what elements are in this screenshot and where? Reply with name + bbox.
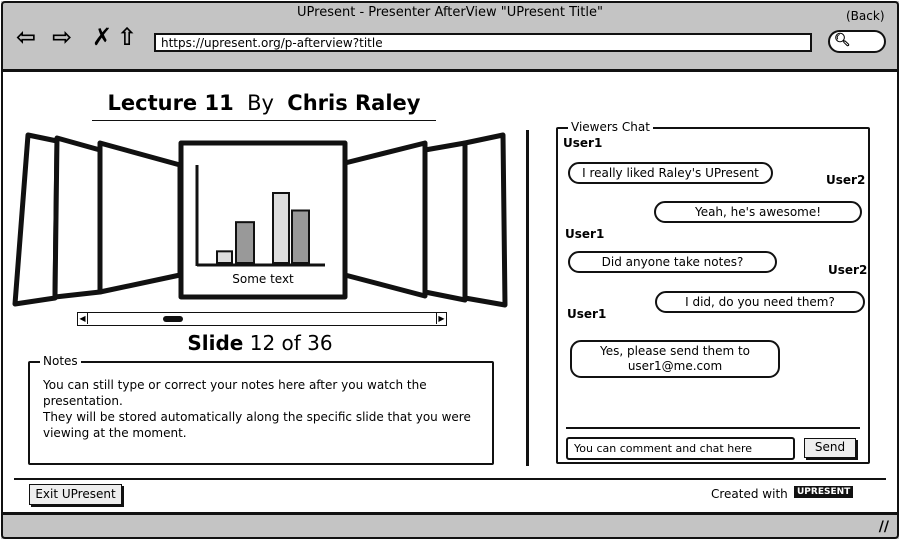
resize-grip-icon[interactable]: // <box>879 519 889 535</box>
notes-panel[interactable]: Notes You can still type or correct your… <box>28 354 494 465</box>
chat-user: User1 <box>567 307 607 321</box>
scroll-left-icon[interactable]: ◀ <box>78 313 88 324</box>
chart-bar <box>216 250 233 264</box>
slide-coverflow[interactable]: Some text <box>0 0 520 310</box>
chart-bar <box>291 209 310 264</box>
send-button[interactable]: Send <box>804 438 856 458</box>
chart-bar <box>235 221 255 265</box>
status-bar: // <box>1 512 899 539</box>
divider <box>526 130 529 466</box>
back-link[interactable]: (Back) <box>846 9 885 23</box>
slide-label: Slide <box>187 331 244 355</box>
slide-caption: Some text <box>232 272 294 286</box>
slide-scrollbar[interactable]: ◀ ▶ <box>77 312 447 326</box>
chat-user: User1 <box>563 136 603 150</box>
search-icon: 🔍︎ <box>834 33 851 48</box>
slide-thumb <box>462 132 508 308</box>
chat-message: Did anyone take notes? <box>568 251 777 273</box>
created-with-label: Created with <box>711 487 788 501</box>
chat-message: Yes, please send them to user1@me.com <box>570 340 780 378</box>
search-button[interactable]: 🔍︎ <box>828 30 886 53</box>
chat-message: Yeah, he's awesome! <box>654 201 862 223</box>
scroll-right-icon[interactable]: ▶ <box>436 313 446 324</box>
chat-legend: Viewers Chat <box>568 120 653 134</box>
upresent-logo: UPRESENT <box>794 486 854 498</box>
slide-counter: Slide 12 of 36 <box>0 331 520 355</box>
scroll-thumb[interactable] <box>163 316 183 322</box>
slide-number: 12 of 36 <box>249 331 333 355</box>
chart-bar <box>272 192 290 264</box>
notes-legend: Notes <box>40 354 81 368</box>
notes-textarea[interactable]: You can still type or correct your notes… <box>43 377 483 441</box>
exit-button[interactable]: Exit UPresent <box>29 484 122 505</box>
viewers-chat-panel: Viewers Chat User1 I really liked Raley'… <box>556 120 870 464</box>
chat-message: I really liked Raley's UPresent <box>568 162 773 184</box>
chat-user: User1 <box>565 227 605 241</box>
slide-thumb <box>12 132 60 307</box>
slide-thumb <box>342 140 428 299</box>
footer-divider <box>14 478 886 480</box>
chat-user: User2 <box>826 173 866 187</box>
chat-message: I did, do you need them? <box>655 291 865 313</box>
chat-user: User2 <box>828 263 868 277</box>
chat-separator <box>566 427 860 429</box>
slide-thumb <box>52 135 103 300</box>
slide-thumb <box>422 140 468 303</box>
chat-input[interactable]: You can comment and chat here <box>566 437 795 460</box>
slide-thumb <box>97 140 183 295</box>
